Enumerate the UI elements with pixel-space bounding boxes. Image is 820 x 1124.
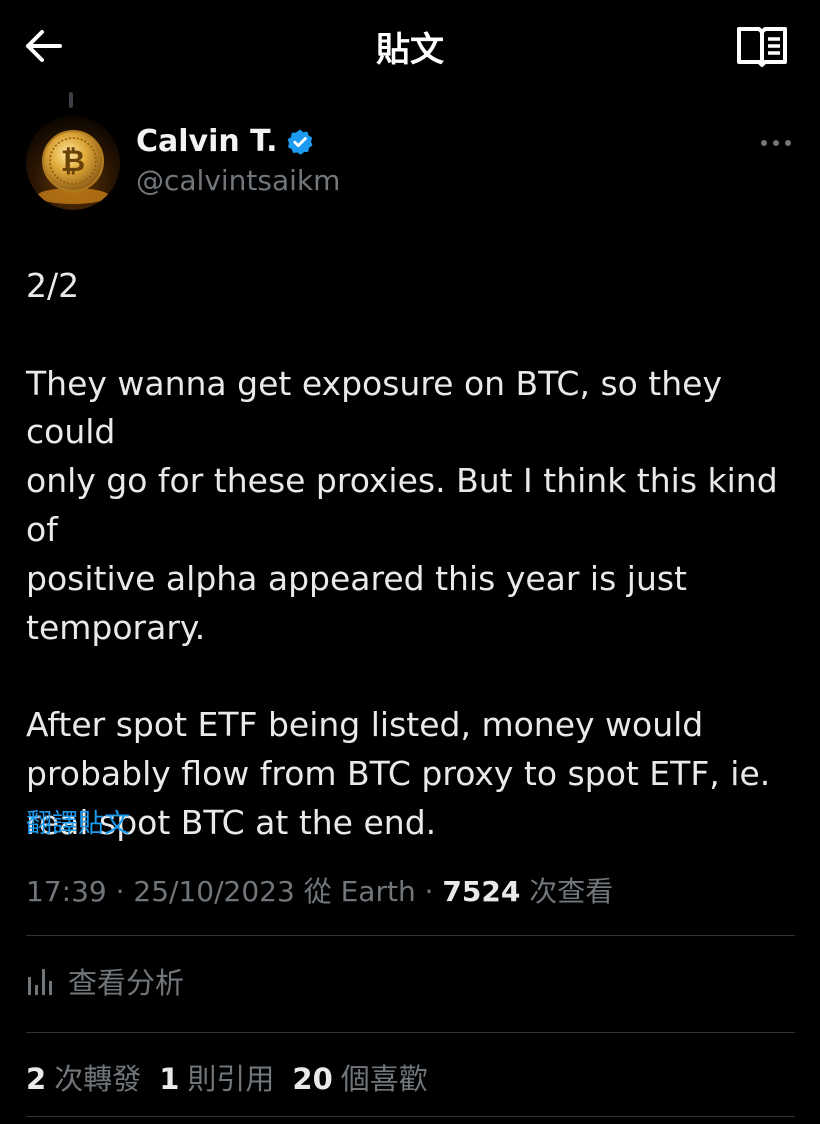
quotes-stat[interactable]: 1 則引用: [159, 1056, 274, 1098]
svg-text:₿: ₿: [61, 144, 85, 179]
divider: [26, 1116, 795, 1117]
divider: [26, 1032, 795, 1033]
post-text: 2/2 They wanna get exposure on BTC, so t…: [26, 266, 778, 842]
post-date[interactable]: 25/10/2023: [133, 875, 294, 908]
analytics-label: 查看分析: [68, 966, 185, 1000]
divider: [26, 935, 795, 936]
post-source: 從 Earth: [294, 875, 416, 908]
author-name[interactable]: Calvin T.: [136, 124, 278, 159]
page-title: 貼文: [376, 30, 444, 70]
likes-count: 20: [292, 1062, 333, 1096]
views-label: 次查看: [520, 875, 614, 908]
post-time[interactable]: 17:39: [26, 875, 107, 908]
likes-stat[interactable]: 20 個喜歡: [292, 1056, 427, 1098]
post-metadata: 17:39 · 25/10/2023 從 Earth · 7524 次查看: [26, 870, 613, 910]
verified-badge-icon: [287, 129, 312, 155]
quotes-count: 1: [159, 1062, 180, 1096]
reader-mode-button[interactable]: [734, 24, 790, 68]
translate-post-link[interactable]: 翻譯貼文: [26, 803, 130, 840]
meta-separator: ·: [415, 875, 443, 908]
top-bar: 貼文: [0, 0, 820, 92]
open-book-icon: [737, 27, 787, 67]
likes-label: 個喜歡: [340, 1062, 428, 1096]
more-horizontal-icon: [761, 140, 791, 146]
quotes-label: 則引用: [187, 1062, 275, 1096]
reposts-stat[interactable]: 2 次轉發: [26, 1056, 141, 1098]
author-handle[interactable]: @calvintsaikm: [136, 164, 340, 197]
author-name-row: Calvin T.: [136, 124, 314, 159]
avatar[interactable]: ₿: [26, 116, 120, 210]
reposts-count: 2: [26, 1062, 47, 1096]
more-options-button[interactable]: [756, 130, 796, 156]
views-count: 7524: [442, 875, 521, 908]
bitcoin-coin-avatar: ₿: [26, 116, 120, 210]
reposts-label: 次轉發: [54, 1062, 142, 1096]
engagement-stats: 2 次轉發 1 則引用 20 個喜歡: [26, 1056, 446, 1098]
thread-connector-line: [69, 92, 73, 108]
bar-chart-icon: [28, 969, 52, 995]
view-analytics-button[interactable]: 查看分析: [26, 960, 184, 1002]
meta-separator: ·: [106, 875, 134, 908]
